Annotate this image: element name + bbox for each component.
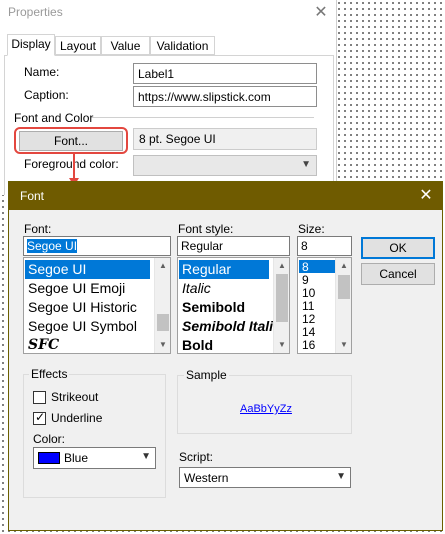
section-divider xyxy=(92,117,314,118)
scroll-up-icon[interactable]: ▲ xyxy=(336,258,351,274)
list-item[interactable]: Italic xyxy=(179,279,214,298)
font-name-value: Segoe UI xyxy=(27,239,78,253)
font-value-display: 8 pt. Segoe UI xyxy=(133,128,317,150)
sample-label: Sample xyxy=(184,368,229,382)
font-style-input[interactable]: Regular xyxy=(177,236,290,256)
scroll-down-icon[interactable]: ▼ xyxy=(336,337,351,353)
chevron-down-icon: ▼ xyxy=(141,451,151,462)
color-swatch xyxy=(38,452,60,464)
font-list-scrollbar[interactable]: ▲ ▼ xyxy=(154,258,170,353)
scroll-down-icon[interactable]: ▼ xyxy=(155,337,170,353)
scroll-thumb[interactable] xyxy=(276,274,288,322)
font-style-list[interactable]: Regular Italic Semibold Semibold Italic … xyxy=(177,257,290,354)
chevron-down-icon: ▼ xyxy=(336,471,346,482)
caption-field[interactable]: https://www.slipstick.com xyxy=(133,86,317,107)
color-select[interactable]: Blue ▼ xyxy=(33,447,156,469)
scroll-down-icon[interactable]: ▼ xyxy=(274,337,289,353)
close-icon[interactable]: ✕ xyxy=(312,2,330,22)
list-item[interactable]: 16 xyxy=(299,338,318,352)
ok-button[interactable]: OK xyxy=(361,237,435,259)
strikeout-label: Strikeout xyxy=(51,390,99,404)
caption-label: Caption: xyxy=(24,88,69,102)
font-style-scrollbar[interactable]: ▲ ▼ xyxy=(273,258,289,353)
effects-label: Effects xyxy=(29,367,70,381)
list-item[interactable]: 14 xyxy=(299,325,318,339)
script-label: Script: xyxy=(179,450,214,464)
tab-value[interactable]: Value xyxy=(101,36,150,55)
tab-validation[interactable]: Validation xyxy=(150,36,215,55)
font-section-label: Font and Color xyxy=(14,111,94,125)
list-item[interactable]: 8 xyxy=(299,260,335,274)
list-item[interactable]: Semibold xyxy=(179,298,248,317)
scroll-thumb[interactable] xyxy=(157,314,169,331)
scroll-up-icon[interactable]: ▲ xyxy=(274,258,289,274)
font-list[interactable]: Segoe UI Segoe UI Emoji Segoe UI Histori… xyxy=(23,257,171,354)
color-label: Color: xyxy=(33,432,66,446)
font-style-label: Font style: xyxy=(178,222,234,236)
script-select[interactable]: Western ▼ xyxy=(179,467,351,488)
properties-title: Properties xyxy=(8,5,63,19)
list-item[interactable]: Segoe UI Symbol xyxy=(25,317,140,336)
list-item[interactable]: Segoe UI Emoji xyxy=(25,279,128,298)
list-item[interactable]: 12 xyxy=(299,312,318,326)
color-value: Blue xyxy=(64,451,89,465)
size-list-scrollbar[interactable]: ▲ ▼ xyxy=(335,258,351,353)
font-button[interactable]: Font... xyxy=(19,131,123,151)
list-item[interactable]: 9 xyxy=(299,273,312,287)
list-item[interactable]: Semibold Italic xyxy=(179,317,284,336)
font-dialog-title: Font xyxy=(20,189,45,203)
underline-label: Underline xyxy=(51,411,103,425)
sample-preview: AaBbYyZz xyxy=(240,403,292,415)
list-item[interactable]: Regular xyxy=(179,260,269,279)
font-dialog: Font ✕ Font: Segoe UI Segoe UI Segoe UI … xyxy=(8,181,443,531)
size-input[interactable]: 8 xyxy=(297,236,352,256)
size-list[interactable]: 8 9 10 11 12 14 16 ▲ ▼ xyxy=(297,257,352,354)
font-name-input[interactable]: Segoe UI xyxy=(23,236,171,256)
underline-checkbox[interactable]: ✓ xyxy=(33,410,46,425)
checkmark-icon: ✓ xyxy=(35,410,46,424)
scroll-thumb[interactable] xyxy=(338,275,350,299)
list-item[interactable]: SFC xyxy=(25,336,62,353)
scroll-up-icon[interactable]: ▲ xyxy=(155,258,170,274)
tab-display[interactable]: Display xyxy=(7,34,55,56)
tab-layout[interactable]: Layout xyxy=(55,36,101,55)
list-item[interactable]: 10 xyxy=(299,286,318,300)
close-icon[interactable]: ✕ xyxy=(416,185,436,205)
list-item[interactable]: Segoe UI Historic xyxy=(25,298,140,317)
chevron-down-icon: ▼ xyxy=(301,159,311,170)
strikeout-checkbox[interactable] xyxy=(33,391,46,404)
properties-dialog: Properties ✕ Display Layout Value Valida… xyxy=(0,0,337,195)
list-item[interactable]: Bold xyxy=(179,336,216,353)
script-value: Western xyxy=(184,471,229,485)
list-item[interactable]: Segoe UI xyxy=(25,260,150,279)
name-label: Name: xyxy=(24,65,60,79)
list-item[interactable]: 11 xyxy=(299,299,317,313)
foreground-color-select[interactable]: ▼ xyxy=(133,155,317,176)
size-label: Size: xyxy=(298,222,325,236)
font-label: Font: xyxy=(24,222,52,236)
font-dialog-titlebar xyxy=(9,182,442,210)
name-field[interactable]: Label1 xyxy=(133,63,317,84)
cancel-button[interactable]: Cancel xyxy=(361,263,435,285)
